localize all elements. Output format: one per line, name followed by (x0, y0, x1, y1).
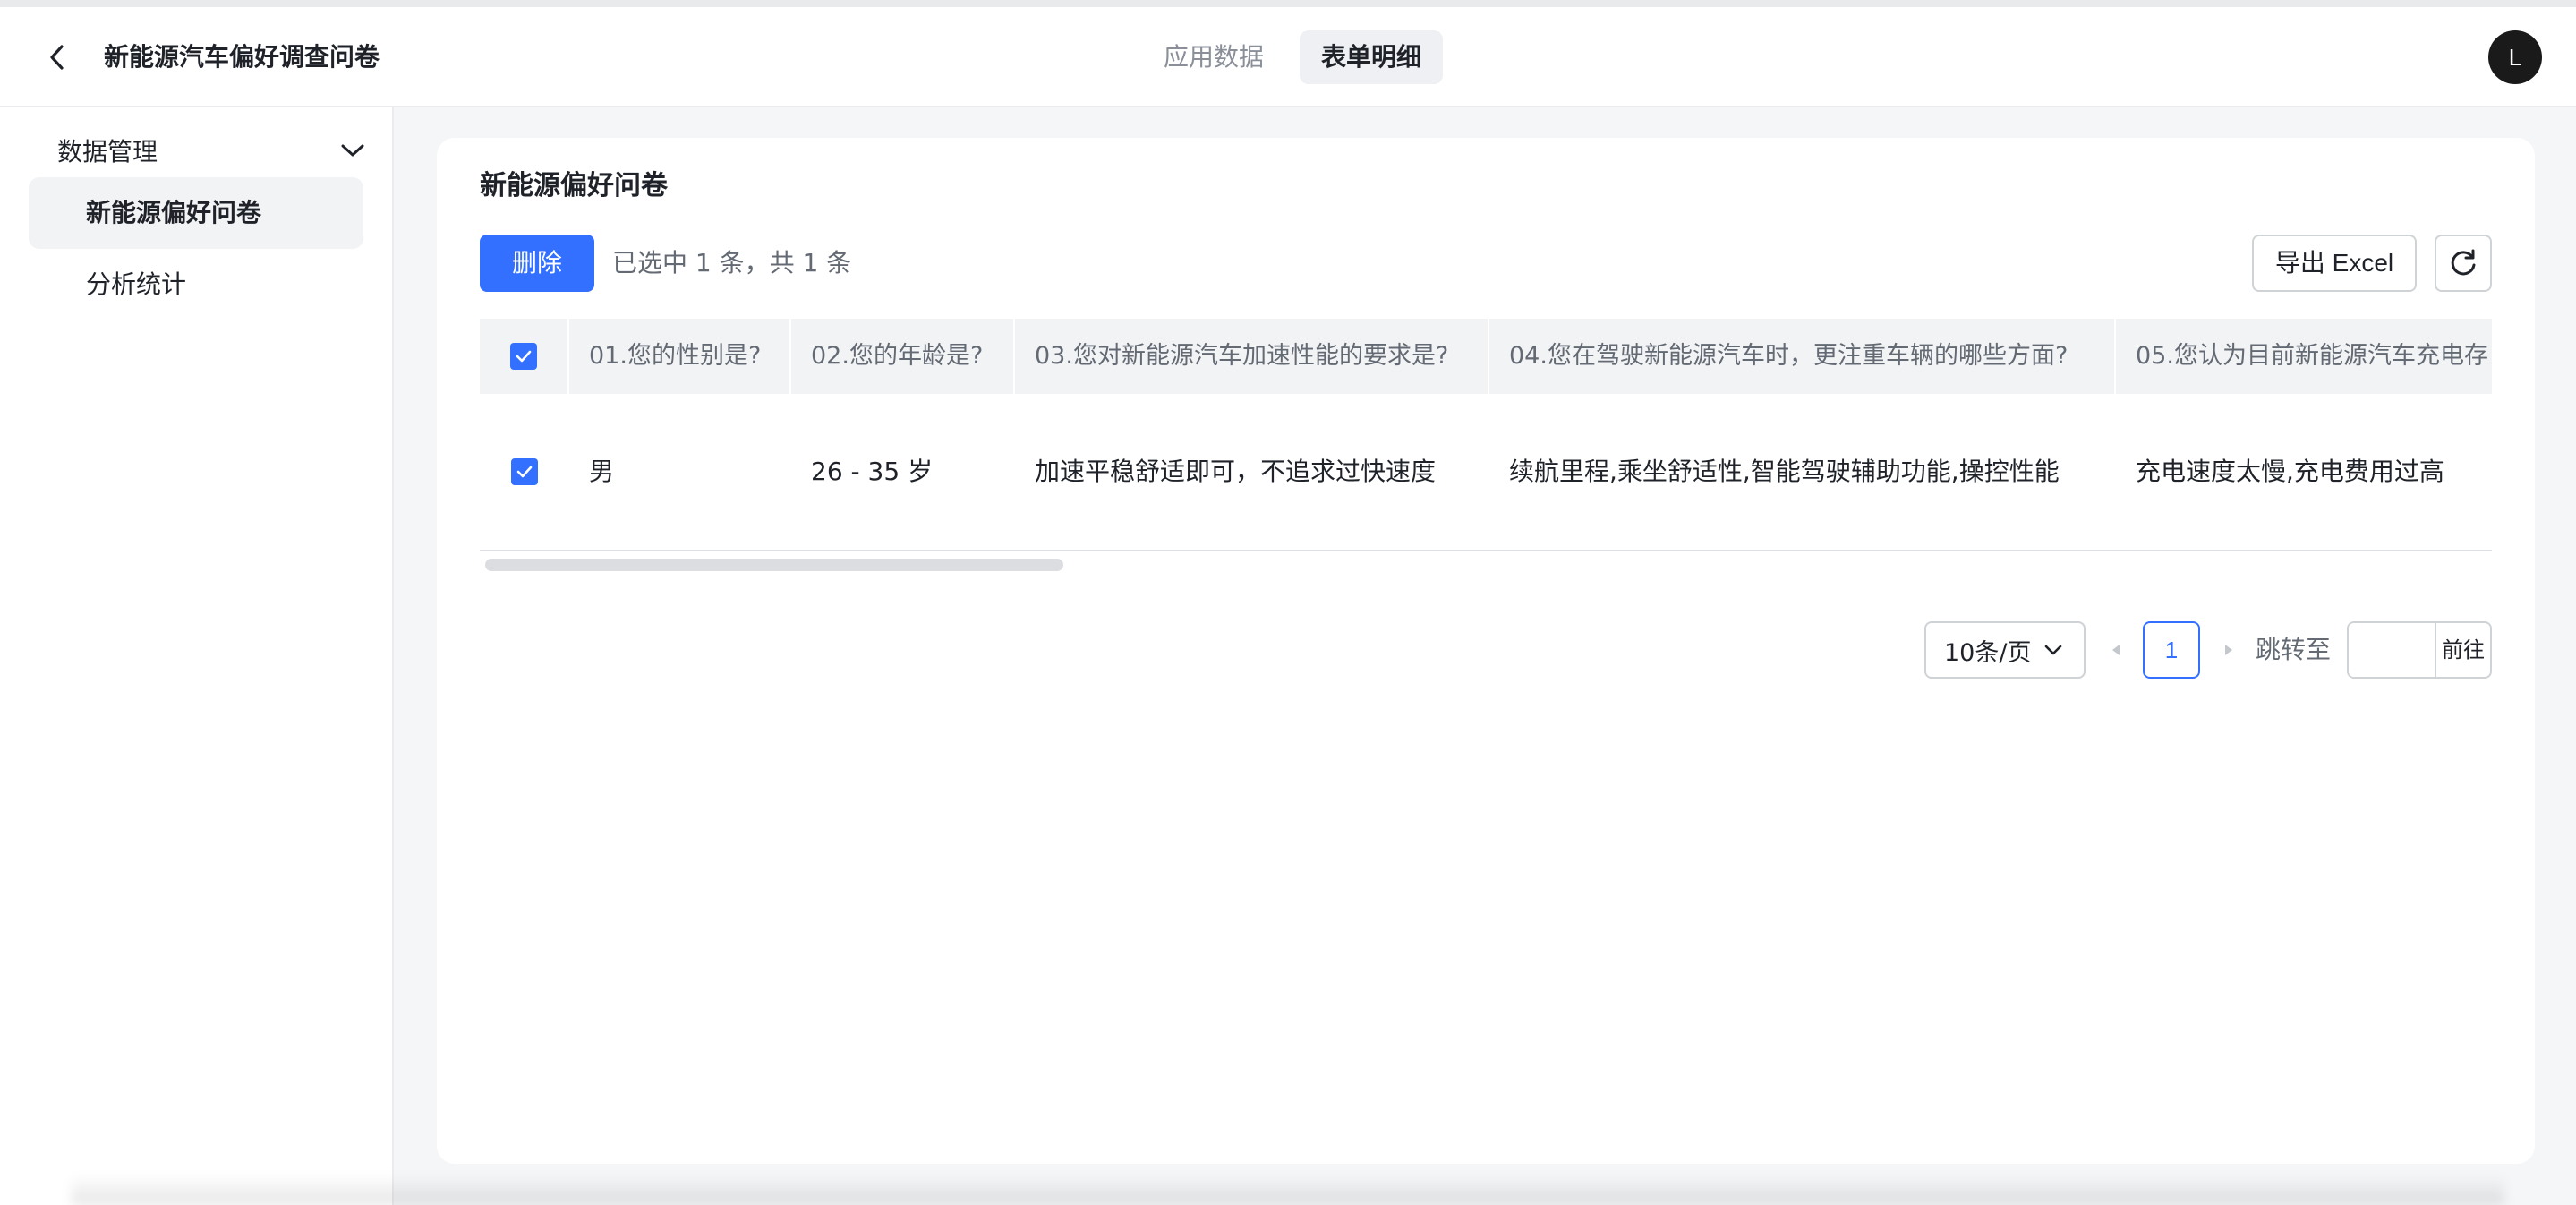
refresh-icon (2451, 249, 2476, 276)
column-header[interactable]: 02.您的年龄是? (791, 319, 1015, 394)
sidebar-group-label: 数据管理 (57, 137, 158, 167)
top-tabs: 应用数据 表单明细 (1142, 30, 1444, 84)
column-header[interactable]: 05.您认为目前新能源汽车充电存 (2116, 319, 2492, 394)
app-title: 新能源汽车偏好调查问卷 (104, 42, 380, 72)
app-window: 新能源汽车偏好调查问卷 应用数据 表单明细 L 数据管理 新能源偏好问卷 分析统… (0, 0, 2576, 1205)
header-checkbox-cell (480, 319, 569, 394)
page-size-select[interactable]: 10条/页 (1924, 621, 2086, 679)
row-checkbox[interactable] (511, 458, 538, 485)
table-cell: 加速平稳舒适即可，不追求过快速度 (1035, 457, 1437, 486)
next-page-button[interactable] (2218, 639, 2239, 661)
sidebar-item-ev-survey[interactable]: 新能源偏好问卷 (29, 177, 363, 249)
window-bottom-shadow (72, 1175, 2504, 1205)
avatar[interactable]: L (2488, 30, 2542, 84)
page-size-value: 10条/页 (1944, 638, 2032, 667)
jump-to-input[interactable] (2349, 623, 2435, 677)
refresh-button[interactable] (2435, 235, 2492, 292)
table-cell: 男 (589, 457, 615, 486)
check-icon (516, 350, 532, 363)
table-cell: 26 - 35 岁 (811, 457, 934, 486)
table-header: 01.您的性别是? 02.您的年龄是? 03.您对新能源汽车加速性能的要求是? … (480, 319, 2492, 394)
page-title: 新能源偏好问卷 (480, 170, 668, 201)
sidebar-item-analytics[interactable]: 分析统计 (29, 249, 363, 320)
tab-form-details[interactable]: 表单明细 (1300, 30, 1444, 84)
jump-to-label: 跳转至 (2256, 635, 2332, 664)
caret-right-icon (2225, 645, 2232, 655)
prev-page-button[interactable] (2105, 639, 2127, 661)
column-header[interactable]: 01.您的性别是? (569, 319, 791, 394)
data-table: 01.您的性别是? 02.您的年龄是? 03.您对新能源汽车加速性能的要求是? … (480, 319, 2492, 551)
tab-app-data[interactable]: 应用数据 (1142, 30, 1285, 84)
column-header[interactable]: 04.您在驾驶新能源汽车时，更注重车辆的哪些方面? (1489, 319, 2116, 394)
jump-go-button[interactable]: 前往 (2435, 623, 2490, 677)
selection-info: 已选中 1 条，共 1 条 (612, 248, 852, 278)
delete-button[interactable]: 删除 (480, 235, 594, 292)
chevron-down-icon (2045, 645, 2062, 655)
window-top-border (0, 0, 2576, 7)
row-checkbox-cell (480, 394, 569, 550)
check-icon (516, 466, 533, 478)
sidebar-group-data-management[interactable]: 数据管理 (29, 125, 365, 175)
horizontal-scrollbar[interactable] (480, 557, 2492, 571)
jump-to-group: 前往 (2347, 621, 2492, 679)
scrollbar-thumb[interactable] (485, 559, 1063, 571)
sidebar: 数据管理 新能源偏好问卷 分析统计 (0, 107, 394, 1205)
back-button[interactable] (39, 39, 75, 75)
chevron-left-icon (50, 45, 64, 70)
column-header[interactable]: 03.您对新能源汽车加速性能的要求是? (1015, 319, 1489, 394)
table-row[interactable]: 男 26 - 35 岁 加速平稳舒适即可，不追求过快速度 续航里程,乘坐舒适性,… (480, 394, 2492, 551)
chevron-down-icon (341, 144, 364, 157)
caret-left-icon (2112, 645, 2120, 655)
select-all-checkbox[interactable] (510, 343, 537, 370)
table-cell: 续航里程,乘坐舒适性,智能驾驶辅助功能,操控性能 (1509, 457, 2060, 486)
top-header: 新能源汽车偏好调查问卷 应用数据 表单明细 L (0, 7, 2576, 107)
page-number-current[interactable]: 1 (2143, 621, 2200, 679)
export-excel-button[interactable]: 导出 Excel (2252, 235, 2417, 292)
table-cell: 充电速度太慢,充电费用过高 (2136, 457, 2444, 486)
